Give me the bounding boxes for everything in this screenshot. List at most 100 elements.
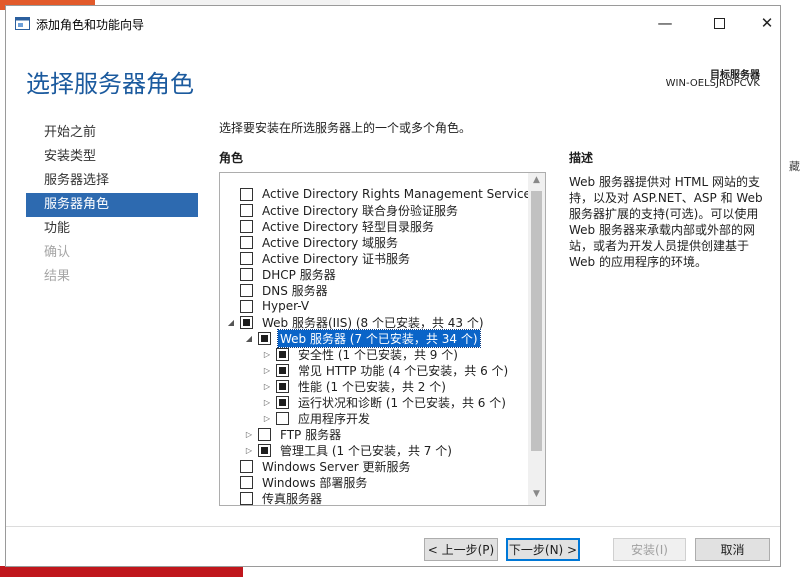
destination-server-name: WIN-OELSJRDPCVK — [665, 78, 760, 89]
expanded-arrow-icon[interactable]: ◢ — [226, 318, 236, 327]
role-row[interactable]: Windows 部署服务 — [240, 474, 369, 490]
page-title: 选择服务器角色 — [26, 70, 194, 98]
role-label: 传真服务器 — [262, 491, 323, 506]
role-checkbox[interactable] — [240, 283, 253, 297]
role-row[interactable]: DNS 服务器 — [240, 282, 330, 298]
role-checkbox[interactable] — [240, 315, 253, 329]
role-label: DHCP 服务器 — [262, 267, 336, 282]
step-confirmation: 确认 — [44, 245, 71, 260]
close-button[interactable]: ✕ — [744, 6, 790, 40]
role-checkbox[interactable] — [258, 331, 271, 345]
role-label: Web 服务器(IIS) (8 个已安装，共 43 个) — [262, 315, 484, 330]
role-checkbox[interactable] — [240, 459, 253, 473]
role-label: Active Directory Rights Management Servi… — [262, 187, 538, 201]
role-checkbox[interactable] — [276, 395, 289, 409]
description-text: Web 服务器提供对 HTML 网站的支持，以及对 ASP.NET、ASP 和 … — [569, 175, 763, 269]
close-icon: ✕ — [760, 14, 774, 32]
role-row[interactable]: ◢ Web 服务器(IIS) (8 个已安装，共 43 个) — [226, 314, 486, 330]
roles-scrollbar[interactable]: ▲ ▼ — [528, 173, 545, 505]
role-checkbox[interactable] — [240, 251, 253, 265]
description-heading: 描述 — [569, 151, 594, 165]
role-checkbox[interactable] — [276, 411, 289, 425]
expanded-arrow-icon[interactable]: ◢ — [244, 334, 254, 343]
step-server-selection[interactable]: 服务器选择 — [26, 169, 198, 193]
role-label: Active Directory 证书服务 — [262, 251, 411, 266]
roles-heading: 角色 — [219, 151, 244, 165]
window-title: 添加角色和功能向导 — [36, 18, 145, 32]
role-checkbox[interactable] — [240, 219, 253, 233]
role-row[interactable]: Hyper-V — [240, 298, 311, 314]
role-row[interactable]: ▷ 运行状况和诊断 (1 个已安装，共 6 个) — [262, 394, 508, 410]
role-row[interactable]: Active Directory Rights Management Servi… — [240, 186, 539, 202]
role-row[interactable]: ▷ 性能 (1 个已安装，共 2 个) — [262, 378, 448, 394]
role-row[interactable]: ▷ FTP 服务器 — [244, 426, 343, 442]
collapsed-arrow-icon[interactable]: ▷ — [262, 350, 272, 359]
role-checkbox[interactable] — [258, 427, 271, 441]
role-checkbox[interactable] — [240, 187, 253, 201]
role-label: Active Directory 轻型目录服务 — [262, 219, 435, 234]
role-row[interactable]: ◢ Web 服务器 (7 个已安装，共 34 个) — [244, 328, 481, 348]
collapsed-arrow-icon[interactable]: ▷ — [262, 382, 272, 391]
step-features[interactable]: 功能 — [26, 217, 198, 241]
step-results: 结果 — [44, 269, 71, 284]
role-label: 安全性 (1 个已安装，共 9 个) — [298, 347, 458, 362]
maximize-icon — [713, 17, 725, 29]
collapsed-arrow-icon[interactable]: ▷ — [244, 446, 254, 455]
role-row[interactable]: Active Directory 域服务 — [240, 234, 400, 250]
scroll-down-arrow-icon[interactable]: ▼ — [528, 489, 545, 503]
role-label: Active Directory 联合身份验证服务 — [262, 203, 459, 218]
wizard-app-icon — [15, 17, 30, 30]
role-row[interactable]: Active Directory 联合身份验证服务 — [240, 202, 460, 218]
role-checkbox[interactable] — [240, 491, 253, 505]
collapsed-arrow-icon[interactable]: ▷ — [262, 398, 272, 407]
scroll-up-arrow-icon[interactable]: ▲ — [528, 175, 545, 189]
role-checkbox[interactable] — [258, 443, 271, 457]
maximize-button[interactable] — [696, 6, 742, 40]
previous-button[interactable]: < 上一步(P) — [424, 538, 498, 561]
role-label: Hyper-V — [262, 299, 310, 313]
role-label: 常见 HTTP 功能 (4 个已安装，共 6 个) — [298, 363, 509, 378]
role-row[interactable]: 传真服务器 — [240, 490, 324, 506]
cancel-button[interactable]: 取消 — [695, 538, 770, 561]
role-label: FTP 服务器 — [280, 427, 342, 442]
step-installation-type[interactable]: 安装类型 — [26, 145, 198, 169]
wizard-window: 添加角色和功能向导 — ✕ 选择服务器角色 目标服务器 WIN-OELSJRDP… — [5, 5, 781, 567]
role-label: Active Directory 域服务 — [262, 235, 399, 250]
role-checkbox[interactable] — [240, 203, 253, 217]
minimize-icon: — — [657, 14, 673, 32]
role-row[interactable]: ▷ 安全性 (1 个已安装，共 9 个) — [262, 346, 460, 362]
role-row[interactable]: Active Directory 证书服务 — [240, 250, 412, 266]
role-label: 应用程序开发 — [298, 411, 371, 426]
role-label: Web 服务器 (7 个已安装，共 34 个) — [277, 328, 481, 348]
role-row[interactable]: Active Directory 轻型目录服务 — [240, 218, 436, 234]
background-text: 藏 — [789, 160, 800, 173]
role-label: Windows 部署服务 — [262, 475, 368, 490]
title-bar[interactable]: 添加角色和功能向导 — ✕ — [6, 6, 780, 40]
wizard-steps-nav: 开始之前 安装类型 服务器选择 服务器角色 功能 确认 结果 — [26, 121, 198, 289]
step-server-roles[interactable]: 服务器角色 — [26, 193, 198, 217]
collapsed-arrow-icon[interactable]: ▷ — [244, 430, 254, 439]
role-row[interactable]: ▷ 管理工具 (1 个已安装，共 7 个) — [244, 442, 454, 458]
role-checkbox[interactable] — [276, 363, 289, 377]
footer-divider — [6, 526, 780, 527]
install-button: 安装(I) — [613, 538, 686, 561]
role-row[interactable]: ▷ 应用程序开发 — [262, 410, 372, 426]
role-checkbox[interactable] — [240, 475, 253, 489]
collapsed-arrow-icon[interactable]: ▷ — [262, 414, 272, 423]
role-row[interactable]: Windows Server 更新服务 — [240, 458, 413, 474]
step-before-you-begin[interactable]: 开始之前 — [26, 121, 198, 145]
role-row[interactable]: ▷ 常见 HTTP 功能 (4 个已安装，共 6 个) — [262, 362, 510, 378]
role-label: 运行状况和诊断 (1 个已安装，共 6 个) — [298, 395, 506, 410]
minimize-button[interactable]: — — [642, 6, 688, 40]
next-button[interactable]: 下一步(N) > — [506, 538, 580, 561]
scroll-thumb[interactable] — [531, 191, 542, 451]
role-checkbox[interactable] — [240, 267, 253, 281]
background-taskbar-strip — [0, 566, 243, 577]
role-row[interactable]: DHCP 服务器 — [240, 266, 338, 282]
role-checkbox[interactable] — [240, 299, 253, 313]
role-checkbox[interactable] — [276, 347, 289, 361]
collapsed-arrow-icon[interactable]: ▷ — [262, 366, 272, 375]
role-checkbox[interactable] — [240, 235, 253, 249]
role-checkbox[interactable] — [276, 379, 289, 393]
roles-tree[interactable]: Active Directory Rights Management Servi… — [219, 172, 546, 506]
